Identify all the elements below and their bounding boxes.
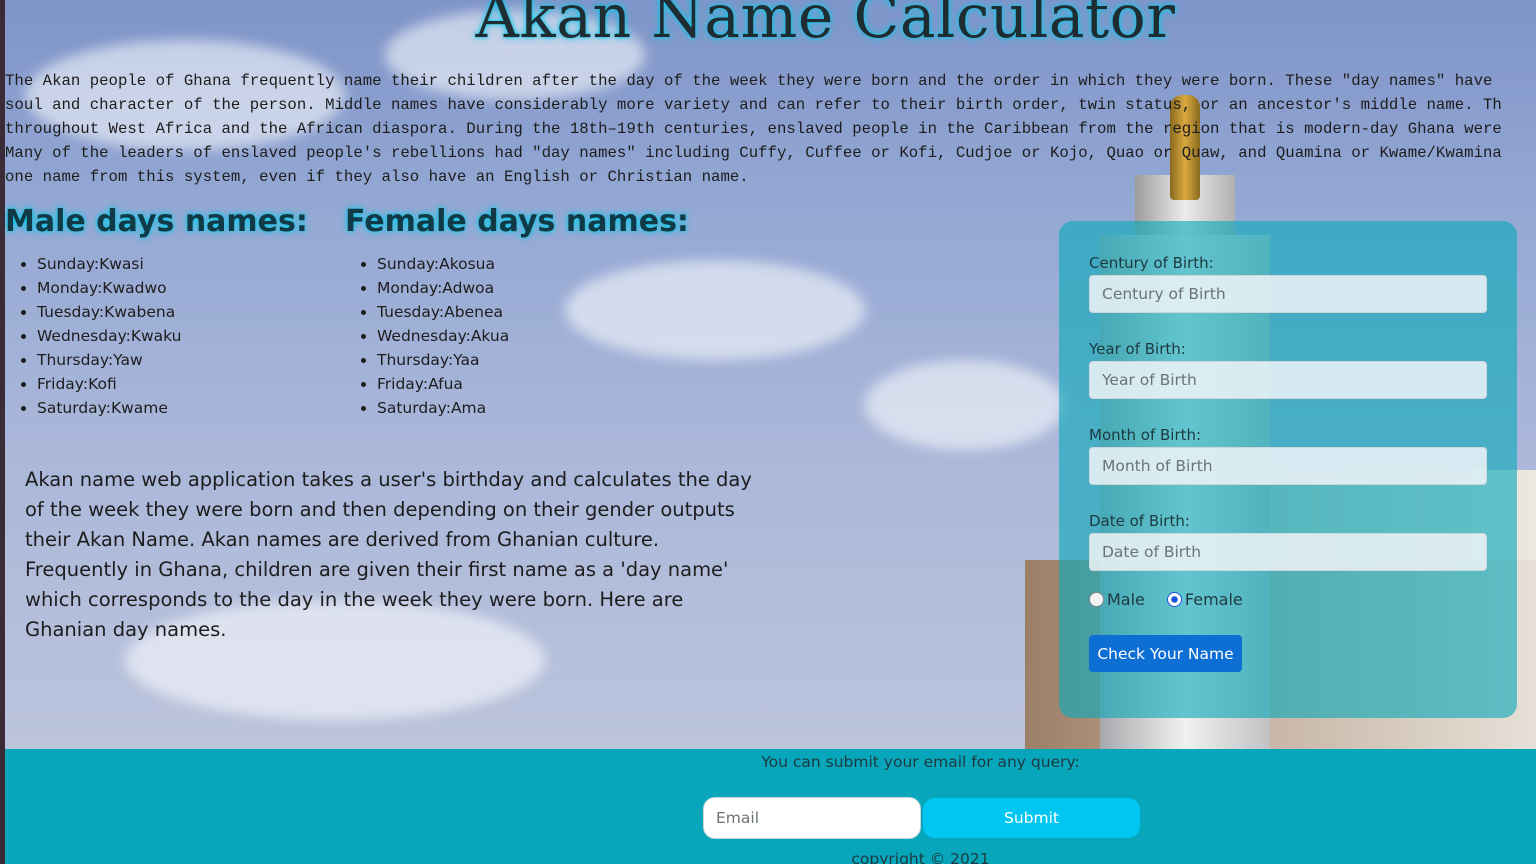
gender-option-male[interactable]: Male xyxy=(1089,590,1145,609)
list-item: Thursday:Yaa xyxy=(377,348,509,372)
birth-form: Century of Birth: Year of Birth: Month o… xyxy=(1059,221,1517,718)
male-names-title: Male days names: xyxy=(5,204,308,239)
page-title: Akan Name Calculator xyxy=(475,0,1176,52)
list-item: Monday:Kwadwo xyxy=(37,276,182,300)
century-input[interactable] xyxy=(1089,275,1487,313)
date-label: Date of Birth: xyxy=(1089,512,1190,530)
list-item: Friday:Kofi xyxy=(37,372,182,396)
male-radio-label: Male xyxy=(1107,590,1145,609)
background-cloud xyxy=(865,360,1065,450)
intro-paragraph: The Akan people of Ghana frequently name… xyxy=(5,72,1502,186)
background-cloud xyxy=(565,260,865,360)
list-item: Saturday:Ama xyxy=(377,396,509,420)
list-item: Wednesday:Akua xyxy=(377,324,509,348)
list-item: Sunday:Akosua xyxy=(377,252,509,276)
gender-option-female[interactable]: Female xyxy=(1166,590,1243,609)
year-input[interactable] xyxy=(1089,361,1487,399)
footer: You can submit your email for any query:… xyxy=(5,749,1536,864)
email-submit-button[interactable]: Submit xyxy=(923,798,1140,838)
list-item: Monday:Adwoa xyxy=(377,276,509,300)
century-label: Century of Birth: xyxy=(1089,254,1214,272)
list-item: Friday:Afua xyxy=(377,372,509,396)
month-input[interactable] xyxy=(1089,447,1487,485)
page: Akan Name Calculator The Akan people of … xyxy=(5,0,1536,864)
male-radio[interactable] xyxy=(1089,592,1104,607)
month-label: Month of Birth: xyxy=(1089,426,1202,444)
copyright-text: copyright © 2021 xyxy=(851,850,990,864)
list-item: Tuesday:Abenea xyxy=(377,300,509,324)
female-radio-label: Female xyxy=(1184,590,1243,609)
app-description: Akan name web application takes a user's… xyxy=(25,468,752,641)
list-item: Tuesday:Kwabena xyxy=(37,300,182,324)
footer-prompt: You can submit your email for any query: xyxy=(761,753,1080,771)
list-item: Saturday:Kwame xyxy=(37,396,182,420)
date-input[interactable] xyxy=(1089,533,1487,571)
female-names-list: Sunday:Akosua Monday:Adwoa Tuesday:Abene… xyxy=(345,252,509,420)
list-item: Wednesday:Kwaku xyxy=(37,324,182,348)
list-item: Sunday:Kwasi xyxy=(37,252,182,276)
year-label: Year of Birth: xyxy=(1089,340,1186,358)
female-names-title: Female days names: xyxy=(345,204,689,239)
gender-group: Male Female xyxy=(1089,590,1265,609)
male-names-list: Sunday:Kwasi Monday:Kwadwo Tuesday:Kwabe… xyxy=(5,252,182,420)
female-radio[interactable] xyxy=(1166,592,1182,607)
email-input[interactable] xyxy=(703,797,921,839)
check-name-button[interactable]: Check Your Name xyxy=(1089,635,1242,672)
list-item: Thursday:Yaw xyxy=(37,348,182,372)
